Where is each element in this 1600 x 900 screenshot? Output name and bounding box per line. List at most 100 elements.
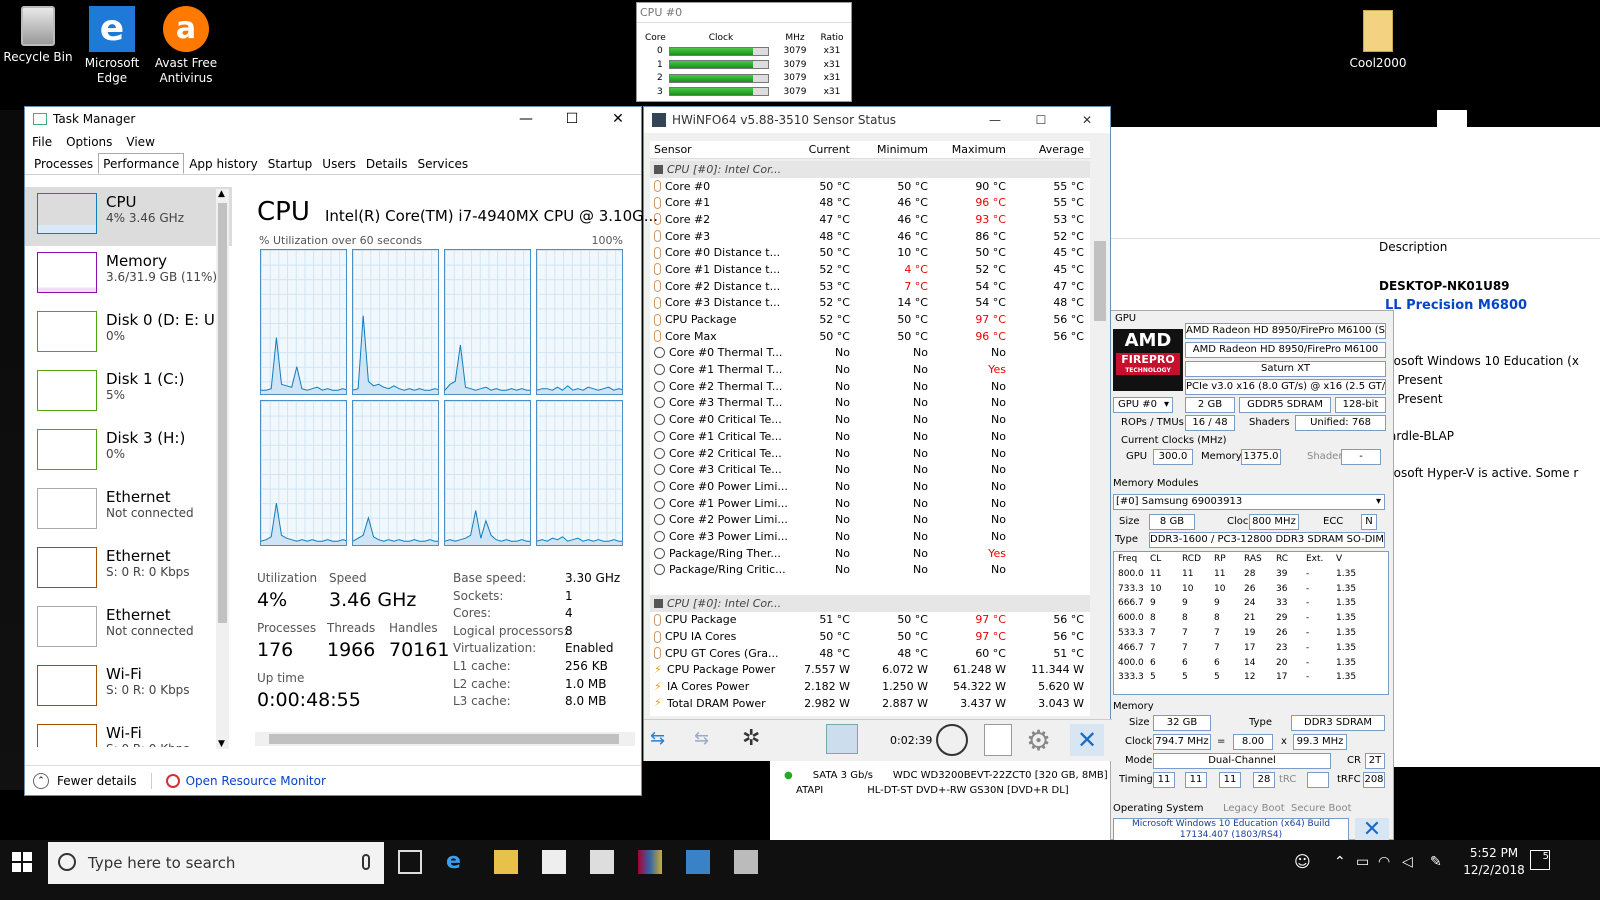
tab-app-history[interactable]: App history [184, 153, 263, 174]
sensor-row[interactable]: Core #0 Critical Te... No No No [650, 411, 1090, 428]
tab-startup[interactable]: Startup [263, 153, 318, 174]
sidebar-scrollbar[interactable]: ▲ ▼ [216, 189, 229, 749]
sensor-row[interactable]: Package/Ring Critic... No No No [650, 562, 1090, 579]
sensor-row[interactable]: Package/Ring Ther... No No Yes [650, 545, 1090, 562]
tab-performance[interactable]: Performance [98, 153, 185, 174]
tab-services[interactable]: Services [413, 153, 474, 174]
task-manager-titlebar[interactable]: Task Manager — ☐ ✕ [25, 107, 641, 131]
sidebar-item-wi-fi[interactable]: Wi-FiS: 0 R: 0 Kbps [25, 659, 232, 718]
sensor-row[interactable]: Core #0 Thermal T... No No No [650, 345, 1090, 362]
clock-date[interactable]: 12/2/2018 [1462, 863, 1526, 877]
sidebar-item-disk-1-c[interactable]: Disk 1 (C:) 5% [25, 364, 232, 423]
sensor-row[interactable]: Core #1 48 °C 46 °C 96 °C 55 °C [650, 194, 1090, 211]
close-icon[interactable]: ✕ [1070, 724, 1104, 756]
close-icon[interactable]: ✕ [1355, 818, 1389, 842]
sidebar-item-ethernet[interactable]: Ethernet Not connected [25, 482, 232, 541]
sensor-row[interactable]: ⚡ CPU Package Power 7.557 W 6.072 W 61.248 W… [650, 662, 1090, 679]
open-resource-monitor-link[interactable]: Open Resource Monitor [165, 773, 326, 788]
store-icon[interactable] [542, 850, 566, 874]
clock-icon[interactable] [936, 724, 968, 756]
nav-arrows-icon[interactable]: ⇆ [650, 728, 665, 749]
sensor-row[interactable]: Core #0 Power Limi... No No No [650, 478, 1090, 495]
clock-time[interactable]: 5:52 PM [1462, 846, 1526, 860]
col-average[interactable]: Average [1006, 143, 1084, 156]
sidebar-item-cpu[interactable]: CPU 4% 3.46 GHz [25, 187, 232, 246]
col-sensor[interactable]: Sensor [650, 143, 788, 156]
scroll-thumb[interactable] [218, 203, 227, 623]
hwinfo-taskbar-icon[interactable] [734, 850, 758, 874]
sidebar-item-disk-3-h[interactable]: Disk 3 (H:) 0% [25, 423, 232, 482]
module-select[interactable]: [#0] Samsung 69003913 ▾ [1113, 494, 1385, 510]
computer-model[interactable]: LL Precision M6800 [1385, 298, 1527, 313]
col-current[interactable]: Current [788, 143, 850, 156]
close-button[interactable]: ✕ [1064, 107, 1110, 133]
wifi-icon[interactable]: ◠ [1378, 850, 1402, 874]
chevron-up-icon[interactable]: ⌃ [1334, 850, 1358, 874]
nav-arrows-alt-icon[interactable]: ⇆ [694, 728, 709, 749]
sensor-row[interactable]: Core #1 Thermal T... No No Yes [650, 361, 1090, 378]
sensor-row[interactable]: Core #3 48 °C 46 °C 86 °C 52 °C [650, 228, 1090, 245]
desktop-icon-avast[interactable]: a Avast Free Antivirus [148, 6, 224, 86]
scroll-up-icon[interactable]: ▲ [218, 189, 225, 199]
task-view-icon[interactable] [398, 850, 422, 874]
people-icon[interactable]: ☺ [1294, 850, 1318, 874]
sensor-row[interactable]: Core #0 50 °C 50 °C 90 °C 55 °C [650, 178, 1090, 195]
minimize-button[interactable]: — [503, 107, 549, 131]
sensor-row[interactable]: Core #2 Critical Te... No No No [650, 445, 1090, 462]
sensor-row[interactable]: Core #3 Thermal T... No No No [650, 395, 1090, 412]
fewer-details-button[interactable]: ⌃ Fewer details [33, 772, 137, 789]
desktop-icon-cool2000[interactable]: Cool2000 [1340, 10, 1416, 71]
network-icon[interactable] [826, 724, 858, 754]
sensor-row[interactable]: Core #1 Power Limi... No No No [650, 495, 1090, 512]
col-minimum[interactable]: Minimum [850, 143, 928, 156]
col-maximum[interactable]: Maximum [928, 143, 1006, 156]
taskbar-search-box[interactable]: Type here to search [48, 842, 384, 884]
scroll-thumb[interactable] [1094, 241, 1106, 321]
sensor-row[interactable]: Core #2 Distance t... 53 °C 7 °C 54 °C 47 °C [650, 278, 1090, 295]
sensor-row[interactable]: Core #1 Critical Te... No No No [650, 428, 1090, 445]
maximize-button[interactable]: ☐ [1018, 107, 1064, 133]
minimize-button[interactable]: — [972, 107, 1018, 133]
sidebar-item-ethernet[interactable]: Ethernet S: 0 R: 0 Kbps [25, 541, 232, 600]
sensor-row[interactable]: Core #1 Distance t... 52 °C 4 °C 52 °C 45 °C [650, 261, 1090, 278]
scroll-down-icon[interactable]: ▼ [218, 739, 225, 749]
sidebar-item-wi-fi[interactable]: Wi-FiS: 0 R: 0 Kbps [25, 718, 232, 747]
sensor-row[interactable]: CPU Package 52 °C 50 °C 97 °C 56 °C [650, 311, 1090, 328]
tab-users[interactable]: Users [317, 153, 361, 174]
task-manager-taskbar-icon[interactable] [686, 850, 710, 874]
sensor-row[interactable]: Core #3 Critical Te... No No No [650, 461, 1090, 478]
sensor-row[interactable]: ⚡ Total DRAM Power 2.982 W 2.887 W 3.437 W 3.… [650, 695, 1090, 712]
tab-processes[interactable]: Processes [29, 153, 98, 174]
sidebar-item-memory[interactable]: Memory 3.6/31.9 GB (11%) [25, 246, 232, 305]
desktop-icon-recycle-bin[interactable]: Recycle Bin [0, 6, 76, 65]
sensor-group-header[interactable]: CPU [#0]: Intel Cor... [650, 161, 1090, 178]
settings-icon[interactable]: ⚙ [1026, 724, 1051, 757]
desktop-icon-edge[interactable]: e Microsoft Edge [74, 6, 150, 86]
notification-button[interactable]: 5 [1530, 850, 1550, 870]
sensor-row[interactable]: CPU IA Cores 50 °C 50 °C 97 °C 56 °C [650, 628, 1090, 645]
horizontal-scrollbar[interactable] [255, 732, 635, 746]
maximize-button[interactable]: ☐ [549, 107, 595, 131]
file-explorer-icon[interactable] [494, 850, 518, 874]
sensor-row[interactable]: Core #3 Distance t... 52 °C 14 °C 54 °C 48 °… [650, 295, 1090, 312]
hwinfo-scrollbar[interactable] [1092, 141, 1108, 716]
edge-taskbar-icon[interactable]: e [446, 850, 470, 874]
mail-icon[interactable] [590, 850, 614, 874]
sensor-row[interactable]: Core #3 Power Limi... No No No [650, 528, 1090, 545]
close-button[interactable]: ✕ [595, 107, 641, 131]
sidebar-item-ethernet[interactable]: Ethernet Not connected [25, 600, 232, 659]
microphone-icon[interactable] [362, 854, 370, 870]
menu-options[interactable]: Options [66, 135, 112, 149]
sensor-row[interactable]: Core #2 Power Limi... No No No [650, 511, 1090, 528]
report-icon[interactable] [984, 724, 1012, 756]
fan-icon[interactable]: ✲ [742, 726, 760, 751]
power-icon[interactable]: ▭ [1356, 850, 1380, 874]
sensor-row[interactable]: CPU Package 51 °C 50 °C 97 °C 56 °C [650, 612, 1090, 629]
sidebar-item-disk-0-d-e-u[interactable]: Disk 0 (D: E: U:) 0% [25, 305, 232, 364]
sensor-row[interactable]: CPU GT Cores (Gra... 48 °C 48 °C 60 °C 51 °C [650, 645, 1090, 662]
sensor-group-header[interactable]: CPU [#0]: Intel Cor... [650, 594, 1090, 612]
sensor-row[interactable]: ⚡ IA Cores Power 2.182 W 1.250 W 54.322 W 5.6… [650, 678, 1090, 695]
sensor-row[interactable]: Core #2 Thermal T... No No No [650, 378, 1090, 395]
winrar-icon[interactable] [638, 850, 662, 874]
menu-view[interactable]: View [126, 135, 154, 149]
